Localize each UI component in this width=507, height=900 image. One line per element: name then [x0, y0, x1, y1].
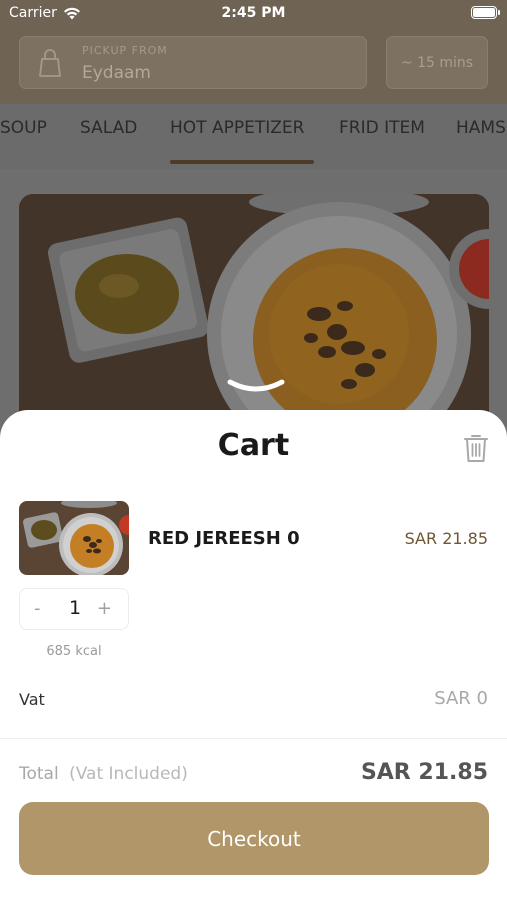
status-time: 2:45 PM [221, 5, 286, 21]
tab-hot-appetizer[interactable]: HOT APPETIZER [170, 118, 304, 138]
tab-soup[interactable]: SOUP [0, 118, 47, 138]
cart-title: Cart [217, 428, 290, 463]
calories-label: 685 kcal [46, 644, 102, 659]
total-value: SAR 21.85 [360, 760, 488, 785]
pickup-label: PICKUP FROM [82, 44, 168, 57]
category-tabs: SOUP SALAD HOT APPETIZER FRID ITEM HAMS [0, 104, 507, 169]
tab-frid-item[interactable]: FRID ITEM [339, 118, 425, 138]
eta-text: ~ 15 mins [400, 54, 474, 71]
battery-icon [471, 6, 500, 19]
vat-value: SAR 0 [434, 688, 488, 709]
trash-icon[interactable] [462, 432, 490, 464]
tab-salad[interactable]: SALAD [80, 118, 137, 138]
divider [0, 738, 507, 739]
eta-box[interactable]: ~ 15 mins [386, 36, 488, 89]
cart-item-name: RED JEREESH 0 [148, 528, 300, 549]
total-vat-note: (Vat Included) [69, 764, 188, 784]
chevron-down-icon[interactable] [226, 376, 286, 398]
checkout-button[interactable]: Checkout [19, 802, 489, 875]
quantity-stepper: - 1 + [19, 588, 129, 630]
status-bar: Carrier 2:45 PM [0, 0, 507, 28]
cart-sheet: Cart RED JEREESH 0 SAR 21.85 - 1 + 685 k… [0, 410, 507, 900]
total-label-group: Total (Vat Included) [19, 764, 188, 784]
cart-item-image [19, 501, 129, 575]
pickup-value: Eydaam [82, 63, 151, 83]
tab-hams[interactable]: HAMS [456, 118, 506, 138]
cart-item-price: SAR 21.85 [404, 529, 488, 548]
pickup-location-selector[interactable]: PICKUP FROM Eydaam [19, 36, 367, 89]
quantity-value: 1 [68, 597, 82, 619]
increase-quantity-button[interactable]: + [97, 598, 112, 619]
checkout-label: Checkout [207, 826, 301, 851]
vat-label: Vat [19, 690, 45, 709]
dish-image [19, 194, 489, 434]
total-label: Total [19, 764, 59, 784]
shopping-bag-icon [39, 49, 61, 77]
active-tab-indicator [170, 160, 314, 164]
